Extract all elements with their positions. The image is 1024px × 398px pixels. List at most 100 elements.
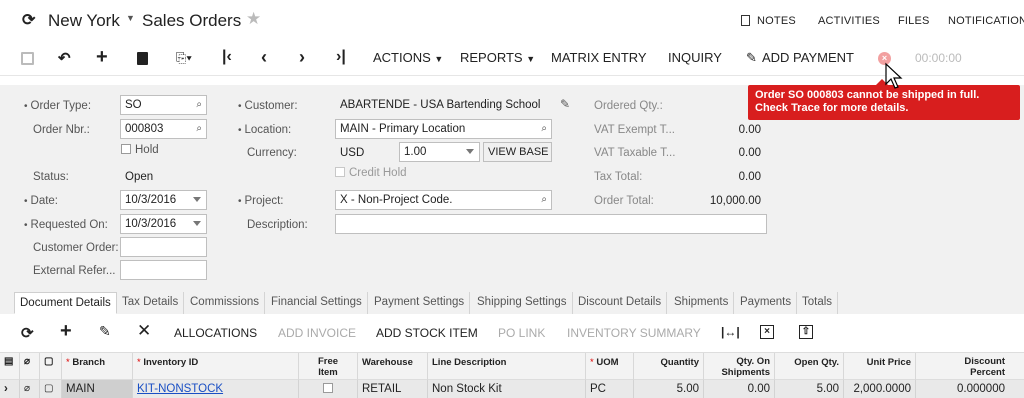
col-inventory-id[interactable]: * Inventory ID — [133, 353, 299, 381]
credit-hold-check-box[interactable] — [335, 167, 345, 177]
search-icon[interactable]: ⌕ — [541, 194, 547, 205]
search-icon[interactable]: ⌕ — [541, 123, 547, 134]
tab-shipments[interactable]: Shipments — [669, 292, 735, 314]
col-line-description[interactable]: Line Description — [428, 353, 586, 381]
copy-paste-icon[interactable]: ⎘▾ — [176, 50, 192, 66]
add-row-icon[interactable]: + — [60, 320, 72, 343]
project-label: • Project: — [238, 195, 284, 207]
cell-branch[interactable]: MAIN — [62, 380, 133, 398]
note-icon[interactable]: ▢ — [40, 380, 62, 398]
col-uom[interactable]: * UOM — [586, 353, 634, 381]
rate-value: 1.00 — [404, 146, 427, 158]
tab-shipping-settings[interactable]: Shipping Settings — [472, 292, 573, 314]
po-link-button[interactable]: PO LINK — [498, 326, 545, 340]
upload-icon[interactable]: ⇧ — [799, 325, 813, 339]
table-row[interactable]: › ⌀ ▢ MAIN KIT-NONSTOCK RETAIL Non Stock… — [0, 380, 1024, 398]
date-field[interactable]: 10/3/2016 — [120, 190, 207, 210]
inventory-summary-button[interactable]: INVENTORY SUMMARY — [567, 326, 701, 340]
notes-link[interactable]: NOTES — [757, 15, 796, 27]
save-icon[interactable] — [21, 52, 34, 65]
order-type-field[interactable]: SO ⌕ — [120, 95, 207, 115]
add-payment-button[interactable]: ADD PAYMENT — [762, 50, 854, 65]
order-nbr-field[interactable]: 000803 ⌕ — [120, 119, 207, 139]
customer-order-field[interactable] — [120, 237, 207, 257]
tab-payments[interactable]: Payments — [735, 292, 798, 314]
inquiry-button[interactable]: INQUIRY — [668, 50, 722, 65]
customer-value[interactable]: ABARTENDE - USA Bartending School — [340, 99, 541, 111]
view-base-button[interactable]: VIEW BASE — [483, 142, 552, 162]
external-ref-field[interactable] — [120, 260, 207, 280]
col-open-qty[interactable]: Open Qty. — [775, 353, 844, 381]
add-invoice-button[interactable]: ADD INVOICE — [278, 326, 356, 340]
cell-uom[interactable]: PC — [586, 380, 634, 398]
project-field[interactable]: X - Non-Project Code. ⌕ — [335, 190, 552, 210]
chevron-down-icon[interactable] — [193, 197, 201, 202]
cell-line-description[interactable]: Non Stock Kit — [428, 380, 586, 398]
col-quantity[interactable]: Quantity — [634, 353, 704, 381]
notes-icon — [741, 15, 750, 26]
files-link[interactable]: FILES — [898, 15, 930, 27]
row-pointer-icon[interactable]: › — [0, 380, 20, 398]
undo-icon[interactable]: ↶ — [58, 49, 71, 67]
cell-discount-percent[interactable]: 0.000000 — [916, 380, 1009, 398]
favorite-star-icon[interactable]: ★ — [246, 9, 261, 29]
cell-inventory-id[interactable]: KIT-NONSTOCK — [133, 380, 299, 398]
tab-commissions[interactable]: Commissions — [185, 292, 266, 314]
actions-menu[interactable]: ACTIONS ▼ — [373, 50, 443, 65]
add-icon[interactable]: + — [96, 46, 108, 69]
refresh-icon[interactable]: ⟳ — [22, 10, 35, 30]
tab-financial-settings[interactable]: Financial Settings — [266, 292, 368, 314]
fit-columns-icon[interactable]: |↔| — [721, 325, 740, 339]
export-excel-icon[interactable]: × — [760, 325, 774, 339]
cell-free-item[interactable] — [299, 380, 358, 398]
add-stock-item-button[interactable]: ADD STOCK ITEM — [376, 326, 478, 340]
reports-menu[interactable]: REPORTS ▼ — [460, 50, 535, 65]
notifications-link[interactable]: NOTIFICATIONS — [948, 15, 1024, 27]
col-unit-price[interactable]: Unit Price — [844, 353, 916, 381]
next-record-icon[interactable]: › — [299, 47, 305, 68]
tab-totals[interactable]: Totals — [797, 292, 839, 314]
hold-check-box[interactable] — [121, 144, 131, 154]
col-warehouse[interactable]: Warehouse — [358, 353, 428, 381]
description-field[interactable] — [335, 214, 767, 234]
tab-document-details[interactable]: Document Details — [14, 292, 117, 314]
cell-quantity[interactable]: 5.00 — [634, 380, 704, 398]
location-field[interactable]: MAIN - Primary Location ⌕ — [335, 119, 552, 139]
credit-hold-checkbox[interactable]: Credit Hold — [335, 167, 407, 179]
cell-warehouse[interactable]: RETAIL — [358, 380, 428, 398]
edit-customer-icon[interactable]: ✎ — [560, 97, 570, 111]
previous-record-icon[interactable]: ‹ — [261, 47, 267, 68]
matrix-entry-button[interactable]: MATRIX ENTRY — [551, 50, 647, 65]
last-record-icon[interactable]: ›| — [336, 48, 346, 66]
cell-unit-price[interactable]: 2,000.0000 — [844, 380, 916, 398]
cell-qty-on-shipments[interactable]: 0.00 — [704, 380, 775, 398]
free-item-checkbox[interactable] — [323, 383, 333, 393]
first-record-icon[interactable]: |‹ — [222, 48, 232, 66]
tab-payment-settings[interactable]: Payment Settings — [369, 292, 471, 314]
vat-taxable-value: 0.00 — [738, 147, 761, 159]
hold-label: Hold — [135, 144, 159, 156]
chevron-down-icon[interactable] — [466, 149, 474, 154]
edit-row-icon[interactable]: ✎ — [99, 323, 111, 340]
delete-icon[interactable] — [137, 52, 148, 65]
chevron-down-icon[interactable] — [193, 221, 201, 226]
tab-discount-details[interactable]: Discount Details — [573, 292, 668, 314]
tab-tax-details[interactable]: Tax Details — [117, 292, 185, 314]
delete-row-icon[interactable]: ✕ — [137, 321, 151, 341]
refresh-icon[interactable]: ⟳ — [21, 324, 34, 342]
allocations-button[interactable]: ALLOCATIONS — [174, 326, 257, 340]
col-branch[interactable]: * Branch — [62, 353, 133, 381]
attachment-icon[interactable]: ⌀ — [20, 380, 40, 398]
search-icon[interactable]: ⌕ — [196, 99, 202, 110]
company-selector[interactable]: New York — [48, 11, 120, 31]
col-discount-percent[interactable]: Discount Percent — [916, 353, 1009, 381]
col-qty-on-shipments[interactable]: Qty. On Shipments — [704, 353, 775, 381]
hold-checkbox[interactable]: Hold — [121, 144, 159, 156]
cell-open-qty[interactable]: 5.00 — [775, 380, 844, 398]
activities-link[interactable]: ACTIVITIES — [818, 15, 880, 27]
rate-field[interactable]: 1.00 — [399, 142, 480, 162]
search-icon[interactable]: ⌕ — [196, 123, 202, 134]
col-free-item[interactable]: Free Item — [299, 353, 358, 381]
company-dropdown-icon[interactable]: ▼ — [126, 13, 135, 23]
requested-on-field[interactable]: 10/3/2016 — [120, 214, 207, 234]
